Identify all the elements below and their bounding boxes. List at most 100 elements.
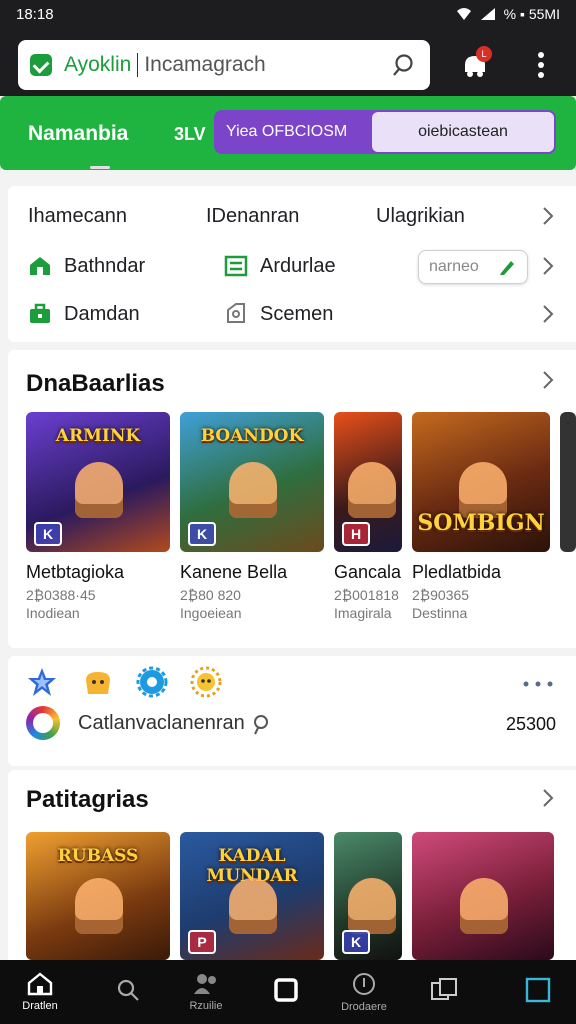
game-thumbnail: BOANDOK K: [180, 412, 324, 552]
quick-tab-3[interactable]: Ulagrikian: [376, 205, 465, 228]
bottom-navigation: Dratlen Rzuilie Drodaere: [0, 960, 576, 1024]
feature-icons-card: Catlanvaclanenran 25300: [8, 656, 576, 766]
gear-icon[interactable]: [136, 666, 168, 698]
nav-info[interactable]: Drodaere: [324, 960, 404, 1024]
game-character-art: [347, 462, 396, 519]
quick-tabs-row: Ihamecann IDenanran Ulagrikian: [8, 194, 576, 238]
search-icon[interactable]: [392, 52, 418, 78]
nav-square[interactable]: [246, 960, 326, 1024]
game-thumbnail: [412, 832, 554, 960]
search-divider: [137, 53, 139, 77]
game-thumbnail: H: [334, 412, 402, 552]
app-logo-icon: [30, 54, 52, 76]
nav-people[interactable]: Rzuilie: [166, 960, 246, 1024]
star-icon[interactable]: [26, 666, 58, 698]
chevron-right-icon[interactable]: [542, 370, 554, 390]
game-art-title: SOMBIGN: [417, 510, 545, 536]
briefcase-icon: [30, 303, 50, 323]
game-badge: K: [342, 930, 370, 954]
sun-icon[interactable]: [190, 666, 222, 698]
games-section-1: DnaBaarlias ARMINK K Metbtagioka 2₿0388·…: [8, 350, 576, 648]
game-badge: H: [342, 522, 370, 546]
chevron-right-icon[interactable]: [542, 256, 554, 276]
game-card[interactable]: K: [334, 832, 402, 960]
game-character-art: [228, 462, 277, 519]
grid-icon: [224, 255, 248, 277]
chevron-right-icon[interactable]: [542, 788, 554, 808]
game-character-art: [74, 878, 123, 935]
game-card[interactable]: BOANDOK K Kanene Bella 2₿80 820 Ingoeiea…: [180, 412, 324, 621]
search-input[interactable]: [144, 53, 380, 77]
notification-badge: L: [476, 46, 492, 62]
quick-link-grid-label: Ardurlae: [260, 254, 336, 277]
segment-left[interactable]: Yiea OFBCIOSM: [214, 110, 370, 154]
location-pin-icon: [254, 715, 268, 735]
signal-icon: [480, 8, 495, 20]
home-icon: [27, 972, 53, 996]
people-icon: [194, 974, 216, 994]
square-icon: [274, 978, 298, 1002]
quick-link-home-label: Bathndar: [64, 254, 146, 277]
quick-link-home[interactable]: Bathndar: [28, 254, 145, 278]
colorful-ring-icon: [26, 706, 60, 740]
quick-link-tag[interactable]: Scemen: [224, 302, 333, 326]
game-meta: 2₿80 820: [180, 587, 241, 603]
filter-chip-label: narneo: [429, 258, 479, 275]
nav-copy[interactable]: [404, 960, 484, 1024]
nav-window[interactable]: [498, 960, 576, 1024]
game-art-title: BOANDOK: [200, 426, 304, 446]
more-options-icon[interactable]: [536, 50, 546, 80]
game-card[interactable]: SOMBIGN Pledlatbida 2₿90365 Destinna: [412, 412, 550, 621]
search-brand: Ayoklin: [64, 53, 132, 76]
game-art-title: ARMINK: [55, 426, 141, 446]
quick-link-tag-label: Scemen: [260, 302, 334, 325]
games-section-2: Patitagrias RUBASS KADAL MUNDAR P K: [8, 770, 576, 970]
segment-right[interactable]: oiebicastean: [372, 112, 554, 152]
game-thumbnail: RUBASS: [26, 832, 170, 960]
nav-search[interactable]: [88, 960, 168, 1024]
game-character-art: [228, 878, 277, 935]
category-bar: Namanbia 3LV Yiea OFBCIOSM oiebicastean: [0, 96, 576, 170]
status-bar: 18:18 % ▪ 55MI: [0, 0, 576, 28]
tag-icon: [227, 303, 245, 323]
promo-count: 25300: [506, 714, 557, 734]
nav-home-label: Dratlen: [22, 1000, 58, 1012]
search-box[interactable]: Ayoklin: [18, 40, 430, 90]
game-thumbnail: [560, 412, 576, 552]
nav-info-label: Drodaere: [341, 1001, 387, 1013]
game-card[interactable]: H Gancala 2₿001818 Imagirala: [334, 412, 402, 621]
more-dots-icon[interactable]: [522, 680, 554, 688]
game-badge: P: [188, 930, 216, 954]
filter-chip[interactable]: narneo: [418, 250, 528, 284]
category-title[interactable]: Namanbia: [28, 122, 128, 146]
nav-home[interactable]: Dratlen: [0, 960, 80, 1024]
game-thumbnail: KADAL MUNDAR P: [180, 832, 324, 960]
game-character-art: [74, 462, 123, 519]
quick-link-grid[interactable]: Ardurlae: [224, 254, 336, 278]
status-indicators: % ▪ 55MI: [456, 6, 560, 22]
bag-icon[interactable]: [82, 666, 114, 698]
game-card[interactable]: [412, 832, 554, 960]
wifi-icon: [456, 8, 471, 20]
quick-tab-1[interactable]: Ihamecann: [28, 205, 127, 228]
quick-tab-2[interactable]: IDenanran: [206, 205, 299, 228]
game-character-art: [460, 878, 509, 935]
game-subtitle: Inodiean: [26, 605, 80, 621]
search-icon: [117, 979, 139, 1001]
game-card[interactable]: KADAL MUNDAR P: [180, 832, 324, 960]
game-badge: K: [34, 522, 62, 546]
category-tag[interactable]: 3LV: [174, 124, 206, 145]
game-subtitle: Destinna: [412, 605, 468, 621]
game-art-title: RUBASS: [57, 846, 139, 866]
game-card[interactable]: RUBASS: [26, 832, 170, 960]
game-subtitle: Imagirala: [334, 605, 392, 621]
quick-link-briefcase[interactable]: Damdan: [28, 302, 140, 326]
quick-link-briefcase-label: Damdan: [64, 302, 140, 325]
segmented-toggle: Yiea OFBCIOSM oiebicastean: [214, 110, 556, 154]
chevron-right-icon[interactable]: [542, 304, 554, 324]
chevron-right-icon[interactable]: [542, 206, 554, 226]
game-card[interactable]: ARMINK K Metbtagioka 2₿0388·45 Inodiean: [26, 412, 170, 621]
home-icon: [30, 257, 50, 275]
game-meta: 2₿001818: [334, 587, 399, 603]
game-card-partial[interactable]: [560, 412, 576, 552]
